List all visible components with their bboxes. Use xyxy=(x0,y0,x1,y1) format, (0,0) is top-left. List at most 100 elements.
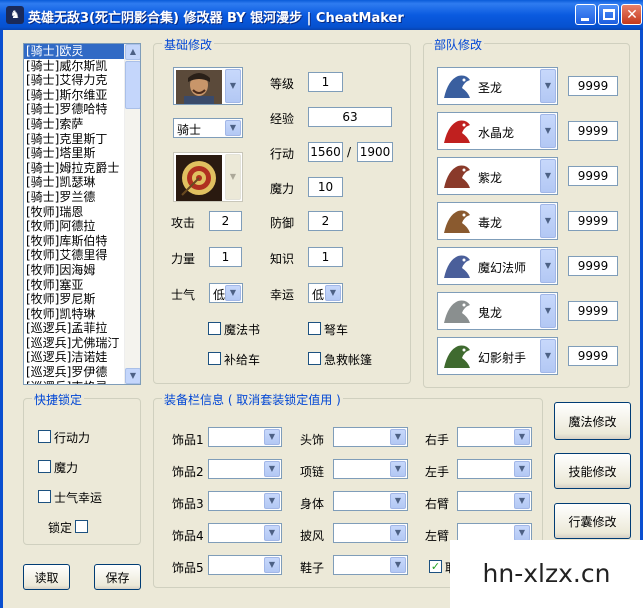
hero-class-select[interactable]: 骑士 ▼ xyxy=(173,118,243,138)
move-max-input[interactable]: 1900 xyxy=(357,142,393,162)
equip-slot-select[interactable]: ▼ xyxy=(208,459,282,479)
ballista-checkbox[interactable] xyxy=(308,322,321,335)
hero-list-item[interactable]: [牧师]罗尼斯 xyxy=(24,292,140,307)
troop-unit-select[interactable]: 鬼龙 ▼ xyxy=(437,292,558,330)
defense-input[interactable]: 2 xyxy=(308,211,343,231)
level-input[interactable]: 1 xyxy=(308,72,343,92)
maximize-button[interactable] xyxy=(598,4,619,25)
chevron-down-icon[interactable]: ▼ xyxy=(264,429,280,445)
chevron-down-icon[interactable]: ▼ xyxy=(264,557,280,573)
hero-list-item[interactable]: [骑士]克里斯丁 xyxy=(24,132,140,147)
lock-mana-checkbox[interactable] xyxy=(38,460,51,473)
troop-unit-select[interactable]: 魔幻法师 ▼ xyxy=(437,247,558,285)
hero-list-item[interactable]: [骑士]姆拉克爵士 xyxy=(24,161,140,176)
hero-list-item[interactable]: [牧师]因海姆 xyxy=(24,263,140,278)
chevron-down-icon[interactable]: ▼ xyxy=(225,69,241,103)
chevron-down-icon[interactable]: ▼ xyxy=(390,429,406,445)
scroll-up-icon[interactable]: ▲ xyxy=(125,44,140,60)
lock-morale-luck-checkbox[interactable] xyxy=(38,490,51,503)
equip-slot-select[interactable]: ▼ xyxy=(333,427,408,447)
luck-select[interactable]: 低 ▼ xyxy=(308,283,343,303)
bag-edit-button[interactable]: 行囊修改 xyxy=(554,503,631,539)
hero-list-item[interactable]: [骑士]凯瑟琳 xyxy=(24,175,140,190)
knowledge-input[interactable]: 1 xyxy=(308,247,343,267)
read-button[interactable]: 读取 xyxy=(23,564,70,590)
morale-select[interactable]: 低 ▼ xyxy=(209,283,243,303)
first-aid-checkbox[interactable] xyxy=(308,352,321,365)
equip-slot-select[interactable]: ▼ xyxy=(208,523,282,543)
equip-slot-select[interactable]: ▼ xyxy=(208,427,282,447)
hero-list-item[interactable]: [牧师]库斯伯特 xyxy=(24,234,140,249)
troop-count-input[interactable]: 9999 xyxy=(568,346,618,366)
hero-list-scrollbar[interactable]: ▲ ▼ xyxy=(124,44,140,384)
close-button[interactable]: ✕ xyxy=(621,4,642,25)
move-current-input[interactable]: 1560 xyxy=(308,142,343,162)
equip-slot-select[interactable]: ▼ xyxy=(333,555,408,575)
chevron-down-icon[interactable]: ▼ xyxy=(264,461,280,477)
chevron-down-icon[interactable]: ▼ xyxy=(264,493,280,509)
ammo-cart-checkbox[interactable] xyxy=(208,352,221,365)
spellbook-checkbox[interactable] xyxy=(208,322,221,335)
chevron-down-icon[interactable]: ▼ xyxy=(390,525,406,541)
magic-edit-button[interactable]: 魔法修改 xyxy=(554,402,631,440)
troop-unit-select[interactable]: 毒龙 ▼ xyxy=(437,202,558,240)
equip-slot-select[interactable]: ▼ xyxy=(208,555,282,575)
mana-input[interactable]: 10 xyxy=(308,177,343,197)
equip-slot-select[interactable]: ▼ xyxy=(457,491,532,511)
hero-list-item[interactable]: [骑士]艾得力克 xyxy=(24,73,140,88)
chevron-down-icon[interactable]: ▼ xyxy=(540,294,556,328)
hero-list-item[interactable]: [巡逻兵]洁诺娃 xyxy=(24,350,140,365)
chevron-down-icon[interactable]: ▼ xyxy=(390,493,406,509)
chevron-down-icon[interactable]: ▼ xyxy=(390,557,406,573)
troop-count-input[interactable]: 9999 xyxy=(568,76,618,96)
lock-move-checkbox[interactable] xyxy=(38,430,51,443)
hero-list-item[interactable]: [牧师]阿德拉 xyxy=(24,219,140,234)
hero-list-item[interactable]: [骑士]塔里斯 xyxy=(24,146,140,161)
chevron-down-icon[interactable]: ▼ xyxy=(514,429,530,445)
chevron-down-icon[interactable]: ▼ xyxy=(540,159,556,193)
equip-slot-select[interactable]: ▼ xyxy=(208,491,282,511)
troop-count-input[interactable]: 9999 xyxy=(568,301,618,321)
hero-list-item[interactable]: [骑士]索萨 xyxy=(24,117,140,132)
chevron-down-icon[interactable]: ▼ xyxy=(540,114,556,148)
chevron-down-icon[interactable]: ▼ xyxy=(390,461,406,477)
minimize-button[interactable] xyxy=(575,4,596,25)
chevron-down-icon[interactable]: ▼ xyxy=(225,285,241,301)
hero-list-item[interactable]: [牧师]凯特琳 xyxy=(24,307,140,322)
cancel-set-lock-checkbox[interactable]: ✓ xyxy=(429,560,442,573)
chevron-down-icon[interactable]: ▼ xyxy=(540,69,556,103)
hero-list-item[interactable]: [骑士]威尔斯凯 xyxy=(24,59,140,74)
equip-slot-select[interactable]: ▼ xyxy=(333,459,408,479)
equip-slot-select[interactable]: ▼ xyxy=(457,427,532,447)
chevron-down-icon[interactable]: ▼ xyxy=(514,493,530,509)
troop-count-input[interactable]: 9999 xyxy=(568,166,618,186)
hero-list-item[interactable]: [巡逻兵]罗伊德 xyxy=(24,365,140,380)
lock-checkbox[interactable] xyxy=(75,520,88,533)
chevron-down-icon[interactable]: ▼ xyxy=(540,204,556,238)
scroll-thumb[interactable] xyxy=(125,61,140,109)
hero-list-item[interactable]: [骑士]罗德哈特 xyxy=(24,102,140,117)
hero-portrait-combo[interactable]: ▼ xyxy=(173,67,243,105)
troop-unit-select[interactable]: 幻影射手 ▼ xyxy=(437,337,558,375)
troop-unit-select[interactable]: 紫龙 ▼ xyxy=(437,157,558,195)
chevron-down-icon[interactable]: ▼ xyxy=(540,249,556,283)
equip-slot-select[interactable]: ▼ xyxy=(333,491,408,511)
hero-list-item[interactable]: [骑士]罗兰德 xyxy=(24,190,140,205)
app-hero-icon[interactable]: ♞ xyxy=(6,6,24,24)
chevron-down-icon[interactable]: ▼ xyxy=(225,120,241,136)
scroll-down-icon[interactable]: ▼ xyxy=(125,368,140,384)
troop-count-input[interactable]: 9999 xyxy=(568,121,618,141)
hero-list-item[interactable]: [牧师]塞亚 xyxy=(24,278,140,293)
troop-count-input[interactable]: 9999 xyxy=(568,256,618,276)
skill-edit-button[interactable]: 技能修改 xyxy=(554,453,631,489)
hero-list[interactable]: [骑士]欧灵 [骑士]威尔斯凯 [骑士]艾得力克 [骑士]斯尔维亚 [骑士]罗德哈特 [骑… xyxy=(23,43,141,385)
equip-slot-select[interactable]: ▼ xyxy=(457,459,532,479)
attack-input[interactable]: 2 xyxy=(209,211,242,231)
hero-list-item[interactable]: [巡逻兵]尤佛瑞汀 xyxy=(24,336,140,351)
hero-list-item[interactable]: [巡逻兵]索格灵 xyxy=(24,380,140,384)
hero-list-item[interactable]: [牧师]瑞恩 xyxy=(24,205,140,220)
troop-count-input[interactable]: 9999 xyxy=(568,211,618,231)
chevron-down-icon[interactable]: ▼ xyxy=(514,461,530,477)
hero-list-item[interactable]: [巡逻兵]孟菲拉 xyxy=(24,321,140,336)
chevron-down-icon[interactable]: ▼ xyxy=(514,525,530,541)
